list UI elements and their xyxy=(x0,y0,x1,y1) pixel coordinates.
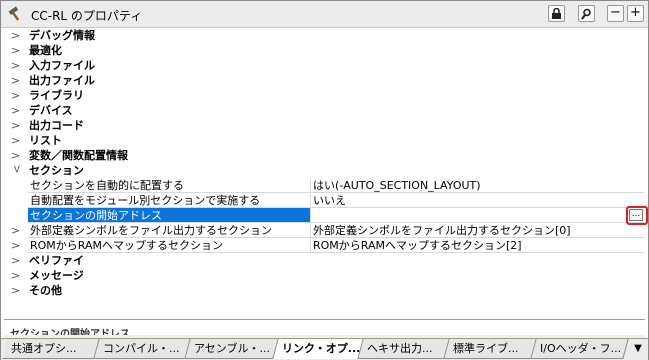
tab-compile-options[interactable]: コンパイル・... xyxy=(94,339,191,359)
property-name: セクションを自動的に配置する xyxy=(30,179,184,192)
property-value-cell[interactable] xyxy=(311,208,644,223)
category-output-file[interactable]: > 出力ファイル xyxy=(4,73,645,88)
property-grid: > デバッグ情報 > 最適化 > 入力ファイル > 出力ファイル > ライブラリ… xyxy=(4,28,648,318)
property-value: いいえ xyxy=(313,194,346,207)
tab-strip: 共通オプシ... コンパイル・... アセンブル・... リンク・オプ... ヘ… xyxy=(1,338,648,360)
expand-button[interactable]: + xyxy=(627,5,644,22)
category-label: デバッグ情報 xyxy=(29,29,95,42)
tab-common-options[interactable]: 共通オプシ... xyxy=(2,339,100,359)
tab-label: 標準ライブ... xyxy=(453,342,519,355)
property-value-cell[interactable] xyxy=(311,193,644,208)
tab-menu-dropdown-icon[interactable]: ▼ xyxy=(631,341,645,357)
tab-standard-library[interactable]: 標準ライブ... xyxy=(444,339,537,359)
title-bar: CC-RL のプロパティ − + xyxy=(1,1,648,28)
category-verify[interactable]: > ベリファイ xyxy=(4,253,645,268)
category-variable-function-layout[interactable]: > 変数／関数配置情報 xyxy=(4,148,645,163)
property-name: セクションの開始アドレス xyxy=(30,209,162,222)
chevron-right-icon[interactable]: > xyxy=(11,73,23,88)
tab-label: アセンブル・... xyxy=(194,342,270,355)
property-row[interactable]: > 外部定義シンボルをファイル出力するセクション 外部定義シンボルをファイル出力… xyxy=(4,223,645,238)
property-name: ROMからRAMへマップするセクション xyxy=(30,239,224,252)
property-name: 自動配置をモジュール別セクションで実施する xyxy=(30,194,261,207)
chevron-right-icon[interactable]: > xyxy=(11,253,23,268)
category-debug-info[interactable]: > デバッグ情報 xyxy=(4,28,645,43)
lock-button[interactable] xyxy=(548,5,565,22)
category-label: セクション xyxy=(29,164,84,177)
category-device[interactable]: > デバイス xyxy=(4,103,645,118)
tab-label: I/Oヘッダ・フ... xyxy=(540,342,622,355)
property-name: 外部定義シンボルをファイル出力するセクション xyxy=(30,224,272,237)
hammer-icon xyxy=(8,6,20,21)
chevron-right-icon[interactable]: > xyxy=(11,148,23,163)
property-row[interactable]: > ROMからRAMへマップするセクション ROMからRAMへマップするセクショ… xyxy=(4,238,645,253)
property-value: はい(-AUTO_SECTION_LAYOUT) xyxy=(313,179,481,192)
chevron-down-icon[interactable]: > xyxy=(10,165,25,177)
tab-label: リンク・オプ... xyxy=(282,342,361,355)
chevron-right-icon[interactable]: > xyxy=(11,43,23,58)
tab-link-options[interactable]: リンク・オプ... xyxy=(273,339,364,359)
tab-label: コンパイル・... xyxy=(103,342,180,355)
tab-assemble-options[interactable]: アセンブル・... xyxy=(185,339,279,359)
category-label: 入力ファイル xyxy=(29,59,95,72)
category-input-file[interactable]: > 入力ファイル xyxy=(4,58,645,73)
chevron-right-icon[interactable]: > xyxy=(11,133,23,148)
category-message[interactable]: > メッセージ xyxy=(4,268,645,283)
tab-io-header[interactable]: I/Oヘッダ・フ... xyxy=(531,339,629,359)
property-row[interactable]: 自動配置をモジュール別セクションで実施する いいえ xyxy=(4,193,645,208)
tab-label: ヘキサ出力... xyxy=(367,342,433,355)
category-label: 変数／関数配置情報 xyxy=(29,149,128,162)
tab-hex-output[interactable]: ヘキサ出力... xyxy=(358,339,450,359)
category-label: メッセージ xyxy=(29,269,84,282)
property-row[interactable]: セクションを自動的に配置する はい(-AUTO_SECTION_LAYOUT) xyxy=(4,178,645,193)
tab-label: 共通オプシ... xyxy=(11,342,77,355)
category-section[interactable]: > セクション xyxy=(4,163,645,178)
category-label: 出力ファイル xyxy=(29,74,95,87)
category-label: リスト xyxy=(29,134,62,147)
property-row-selected[interactable]: セクションの開始アドレス ... xyxy=(4,206,648,225)
category-label: 最適化 xyxy=(29,44,62,57)
category-label: ベリファイ xyxy=(29,254,84,267)
chevron-right-icon[interactable]: > xyxy=(11,223,23,238)
category-optimize[interactable]: > 最適化 xyxy=(4,43,645,58)
chevron-right-icon[interactable]: > xyxy=(11,283,23,298)
chevron-right-icon[interactable]: > xyxy=(11,268,23,283)
collapse-button[interactable]: − xyxy=(607,5,624,22)
property-value: 外部定義シンボルをファイル出力するセクション[0] xyxy=(313,224,571,237)
category-label: デバイス xyxy=(29,104,73,117)
chevron-right-icon[interactable]: > xyxy=(11,28,23,43)
properties-window: CC-RL のプロパティ − + > デバッグ情報 > 最適化 > 入力ファイル… xyxy=(0,0,649,360)
category-label: 出力コード xyxy=(29,119,84,132)
chevron-right-icon[interactable]: > xyxy=(11,238,23,253)
search-button[interactable] xyxy=(578,5,595,22)
chevron-right-icon[interactable]: > xyxy=(11,118,23,133)
category-other[interactable]: > その他 xyxy=(4,283,645,298)
window-title: CC-RL のプロパティ xyxy=(31,9,143,23)
category-list[interactable]: > リスト xyxy=(4,133,645,148)
magnifier-icon xyxy=(581,8,591,20)
category-label: ライブラリ xyxy=(29,89,84,102)
property-value: ROMからRAMへマップするセクション[2] xyxy=(313,239,522,252)
chevron-right-icon[interactable]: > xyxy=(11,58,23,73)
category-output-code[interactable]: > 出力コード xyxy=(4,118,645,133)
lock-icon xyxy=(552,7,561,19)
category-library[interactable]: > ライブラリ xyxy=(4,88,645,103)
chevron-right-icon[interactable]: > xyxy=(11,103,23,118)
chevron-right-icon[interactable]: > xyxy=(11,88,23,103)
category-label: その他 xyxy=(29,284,62,297)
